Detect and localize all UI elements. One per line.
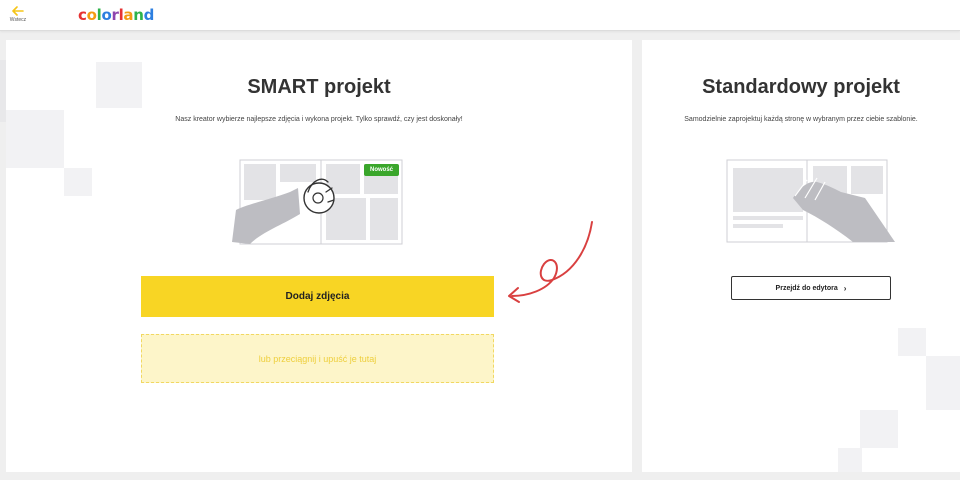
decor-square — [898, 328, 926, 356]
drop-zone[interactable]: lub przeciągnij i upuść je tutaj — [141, 334, 494, 383]
logo-letter: c — [78, 6, 87, 24]
top-bar: Wstecz colorland — [0, 0, 960, 31]
smart-project-card: SMART projekt Nasz kreator wybierze najl… — [6, 40, 632, 472]
standard-illustration — [726, 159, 895, 243]
back-button[interactable]: Wstecz — [7, 6, 29, 28]
colorland-logo[interactable]: colorland — [78, 6, 154, 24]
standard-subtitle: Samodzielnie zaprojektuj każdą stronę w … — [684, 116, 918, 123]
back-label: Wstecz — [9, 17, 27, 23]
logo-letter: o — [86, 6, 97, 24]
logo-letter: o — [101, 6, 112, 24]
logo-letter: a — [123, 6, 134, 24]
drop-zone-label: lub przeciągnij i upuść je tutaj — [258, 353, 377, 364]
standard-title: Standardowy projekt — [702, 76, 900, 98]
decor-square — [64, 168, 92, 196]
standard-project-card: Standardowy projekt Samodzielnie zaproje… — [642, 40, 960, 472]
new-badge: Nowość — [364, 164, 400, 176]
logo-letter: r — [111, 6, 119, 24]
decor-square — [926, 356, 960, 410]
logo-letter: n — [133, 6, 144, 24]
smart-title: SMART projekt — [247, 76, 391, 98]
curved-arrow-icon — [508, 221, 593, 303]
go-to-editor-button[interactable]: Przejdź do edytora › — [731, 276, 891, 300]
arrow-left-icon — [12, 6, 24, 16]
decor-square — [838, 448, 862, 472]
decor-square — [860, 410, 898, 448]
logo-letter: d — [143, 6, 155, 24]
go-to-editor-label: Przejdź do edytora — [775, 284, 838, 292]
smart-subtitle: Nasz kreator wybierze najlepsze zdjęcia … — [175, 116, 463, 123]
chevron-right-icon: › — [843, 283, 847, 293]
add-photos-button[interactable]: Dodaj zdjęcia — [141, 276, 494, 317]
